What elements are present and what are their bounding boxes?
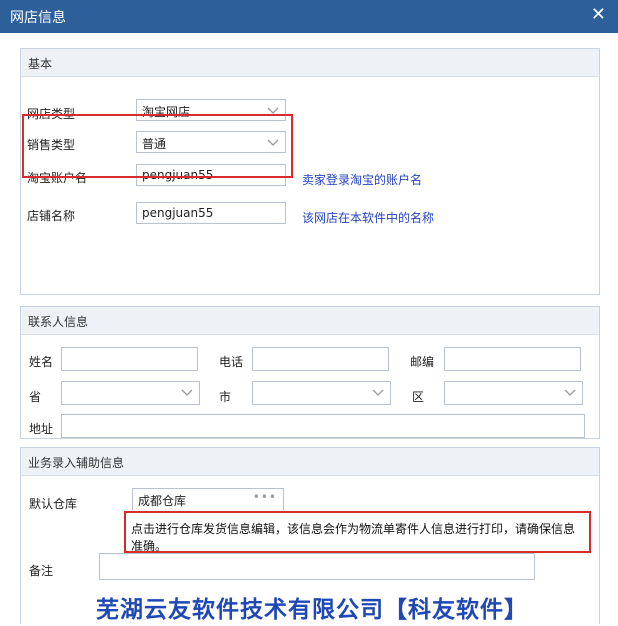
shop-name-value: pengjuan55 [142, 206, 214, 220]
contact-province-label: 省 [29, 390, 42, 404]
warehouse-value: 成都仓库 [138, 494, 187, 508]
shop-name-hint: 该网店在本软件中的名称 [302, 211, 435, 225]
contact-postcode-label: 邮编 [410, 355, 435, 369]
contact-name-label: 姓名 [29, 355, 54, 369]
shop-name-label: 店铺名称 [27, 209, 76, 223]
contact-district-label: 区 [412, 390, 425, 404]
warehouse-picker[interactable]: 成都仓库 ••• [132, 488, 284, 512]
close-icon[interactable]: ✕ [591, 5, 606, 25]
dialog-title: 网店信息 [10, 10, 66, 26]
highlight-box-note [124, 511, 591, 553]
taobao-account-hint: 卖家登录淘宝的账户名 [302, 173, 423, 187]
warehouse-label: 默认仓库 [29, 497, 78, 511]
contact-province-select[interactable] [61, 381, 200, 405]
remark-label: 备注 [29, 564, 54, 578]
business-section-title: 业务录入辅助信息 [28, 456, 125, 470]
contact-city-select[interactable] [252, 381, 391, 405]
dialog-titlebar: 网店信息 ✕ [0, 0, 618, 33]
more-icon[interactable]: ••• [253, 490, 277, 504]
basic-section-header: 基本 [21, 49, 599, 77]
dialog-body: 基本 网店类型 淘宝网店 销售类型 普通 淘宝账户名 pengjuan55 卖家… [0, 33, 618, 626]
chevron-down-icon [564, 389, 576, 396]
contact-address-input[interactable] [61, 414, 585, 438]
contact-postcode-input[interactable] [444, 347, 581, 371]
shop-name-input[interactable]: pengjuan55 [136, 202, 286, 224]
chevron-down-icon [372, 389, 384, 396]
remark-input[interactable] [99, 553, 535, 580]
contact-section-title: 联系人信息 [28, 315, 89, 329]
contact-section-header: 联系人信息 [21, 307, 599, 335]
highlight-box-basic [22, 114, 293, 178]
company-banner: 芜湖云友软件技术有限公司【科友软件】 [96, 596, 528, 623]
business-section-header: 业务录入辅助信息 [21, 448, 599, 476]
contact-phone-label: 电话 [219, 355, 244, 369]
basic-section-title: 基本 [28, 57, 53, 71]
contact-city-label: 市 [219, 390, 232, 404]
contact-name-input[interactable] [61, 347, 198, 371]
contact-section: 联系人信息 姓名 电话 邮编 省 市 区 地址 [20, 306, 600, 439]
chevron-down-icon [181, 389, 193, 396]
contact-address-label: 地址 [29, 422, 54, 436]
contact-district-select[interactable] [444, 381, 583, 405]
contact-phone-input[interactable] [252, 347, 389, 371]
